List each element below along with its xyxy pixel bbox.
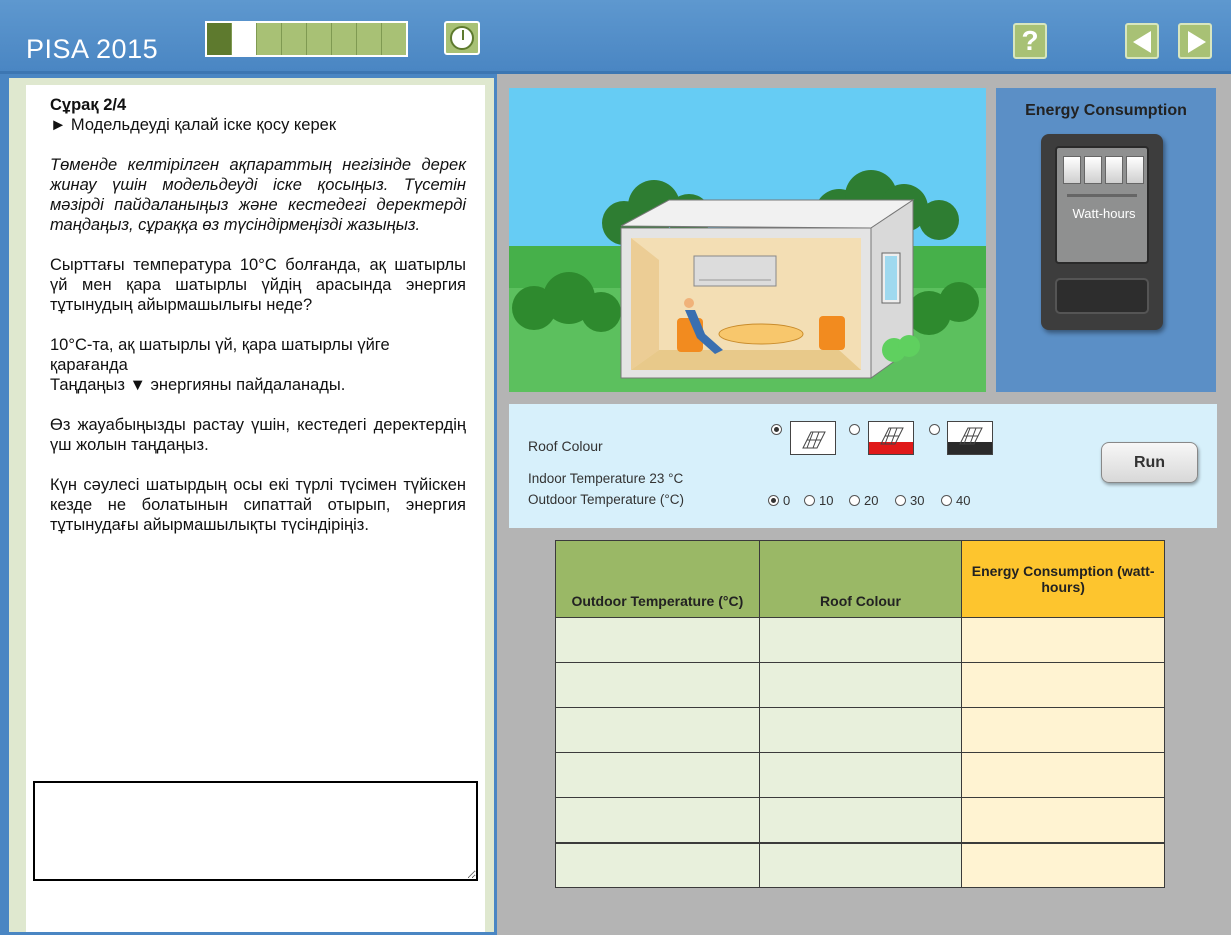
meter-digit: [1084, 156, 1102, 184]
progress-segment: [357, 23, 382, 55]
roof-black-radio[interactable]: [929, 424, 940, 435]
energy-consumption-panel: Energy Consumption Watt-hours: [996, 88, 1216, 392]
meter-digit: [1126, 156, 1144, 184]
progress-segment: [232, 23, 257, 55]
clock-icon[interactable]: [444, 21, 480, 55]
progress-segment: [282, 23, 307, 55]
question-statement: 10°С-та, ақ шатырлы үй, қара шатырлы үйг…: [50, 336, 390, 374]
question-explain: Күн сәулесі шатырдың осы екі түрлі түсім…: [50, 476, 466, 534]
table-cell[interactable]: [961, 841, 1165, 888]
question-mark-icon: ?: [1021, 25, 1039, 56]
roof-pattern-icon: [880, 427, 904, 445]
run-button[interactable]: Run: [1101, 442, 1198, 483]
progress-segment: [257, 23, 282, 55]
question-title: Сұрақ 2/4: [50, 96, 127, 114]
question-support: Өз жауабыңызды растау үшін, кестедегі де…: [50, 416, 466, 454]
table-cell[interactable]: [555, 841, 760, 888]
table-row[interactable]: [555, 797, 1165, 843]
arrow-left-icon: [1133, 31, 1151, 53]
table-cell[interactable]: [758, 707, 963, 753]
temp-radio[interactable]: [895, 495, 906, 506]
meter-digit: [1105, 156, 1123, 184]
table-header-energy: Energy Consumption (watt-hours): [961, 540, 1165, 618]
question-text: Сұрақ 2/4 ► Модельдеуді қалай іске қосу …: [50, 95, 466, 555]
roof-pattern-icon: [802, 431, 826, 449]
temp-radio[interactable]: [768, 495, 779, 506]
table-cell[interactable]: [555, 752, 760, 798]
table-cell[interactable]: [961, 707, 1165, 753]
meter-screen: Watt-hours: [1055, 146, 1149, 264]
progress-segment: [332, 23, 357, 55]
answer-textarea[interactable]: [33, 781, 478, 881]
meter-button: [1055, 278, 1149, 314]
question-prompt: Сырттағы температура 10°С болғанда, ақ ш…: [50, 256, 466, 314]
roof-black-option[interactable]: [947, 421, 993, 455]
temp-option[interactable]: 40: [941, 493, 970, 508]
house-illustration: [509, 88, 986, 392]
table-cell[interactable]: [555, 797, 760, 843]
roof-red-radio[interactable]: [849, 424, 860, 435]
table-cell[interactable]: [961, 752, 1165, 798]
temp-option[interactable]: 0: [768, 493, 790, 508]
question-statement-select[interactable]: Таңдаңыз ▼ энергияны пайдаланады.: [50, 376, 345, 394]
previous-button[interactable]: [1125, 23, 1159, 59]
temp-radio[interactable]: [941, 495, 952, 506]
temp-radio[interactable]: [849, 495, 860, 506]
table-row[interactable]: [555, 707, 1165, 753]
house-scene: [509, 88, 986, 392]
table-cell[interactable]: [961, 797, 1165, 843]
temp-option[interactable]: 20: [849, 493, 878, 508]
progress-segment: [207, 23, 232, 55]
roof-white-radio[interactable]: [771, 424, 782, 435]
table-cell[interactable]: [555, 707, 760, 753]
energy-title: Energy Consumption: [1025, 102, 1187, 119]
roof-red-option[interactable]: [868, 421, 914, 455]
roof-white-option[interactable]: [790, 421, 836, 455]
table-row[interactable]: [555, 841, 1165, 888]
top-bar: PISA 2015 ?: [0, 0, 1231, 74]
temp-option[interactable]: 30: [895, 493, 924, 508]
roof-colour-label: Roof Colour: [528, 438, 603, 454]
table-cell[interactable]: [555, 662, 760, 708]
meter-digit: [1063, 156, 1081, 184]
table-cell[interactable]: [758, 662, 963, 708]
table-cell[interactable]: [961, 662, 1165, 708]
table-header-roof-colour: Roof Colour: [758, 540, 963, 618]
table-cell[interactable]: [758, 797, 963, 843]
table-row[interactable]: [555, 752, 1165, 798]
table-cell[interactable]: [758, 617, 963, 663]
table-row[interactable]: [555, 662, 1165, 708]
temp-radio[interactable]: [804, 495, 815, 506]
progress-segment: [307, 23, 332, 55]
table-header-outdoor-temp: Outdoor Temperature (°C): [555, 540, 760, 618]
table-cell[interactable]: [758, 841, 963, 888]
table-cell[interactable]: [961, 617, 1165, 663]
question-progress: [205, 21, 408, 57]
indoor-temperature-label: Indoor Temperature 23 °C: [528, 471, 684, 486]
roof-pattern-icon: [959, 427, 983, 445]
energy-meter: Watt-hours: [1041, 134, 1163, 330]
next-button[interactable]: [1178, 23, 1212, 59]
progress-segment: [382, 23, 406, 55]
table-row[interactable]: [555, 617, 1165, 663]
arrow-right-icon: [1188, 31, 1206, 53]
question-instruction: Төменде келтірілген ақпараттың негізінде…: [50, 156, 466, 234]
brand-logo: PISA 2015: [26, 34, 159, 64]
meter-unit: Watt-hours: [1072, 206, 1136, 221]
help-button[interactable]: ?: [1013, 23, 1047, 59]
table-cell[interactable]: [758, 752, 963, 798]
outdoor-temperature-label: Outdoor Temperature (°C): [528, 492, 684, 507]
question-subtitle: ► Модельдеуді қалай іске қосу керек: [50, 116, 337, 134]
data-table: Outdoor Temperature (°C) Roof Colour Ene…: [555, 540, 1165, 888]
table-cell[interactable]: [555, 617, 760, 663]
temp-option[interactable]: 10: [804, 493, 833, 508]
